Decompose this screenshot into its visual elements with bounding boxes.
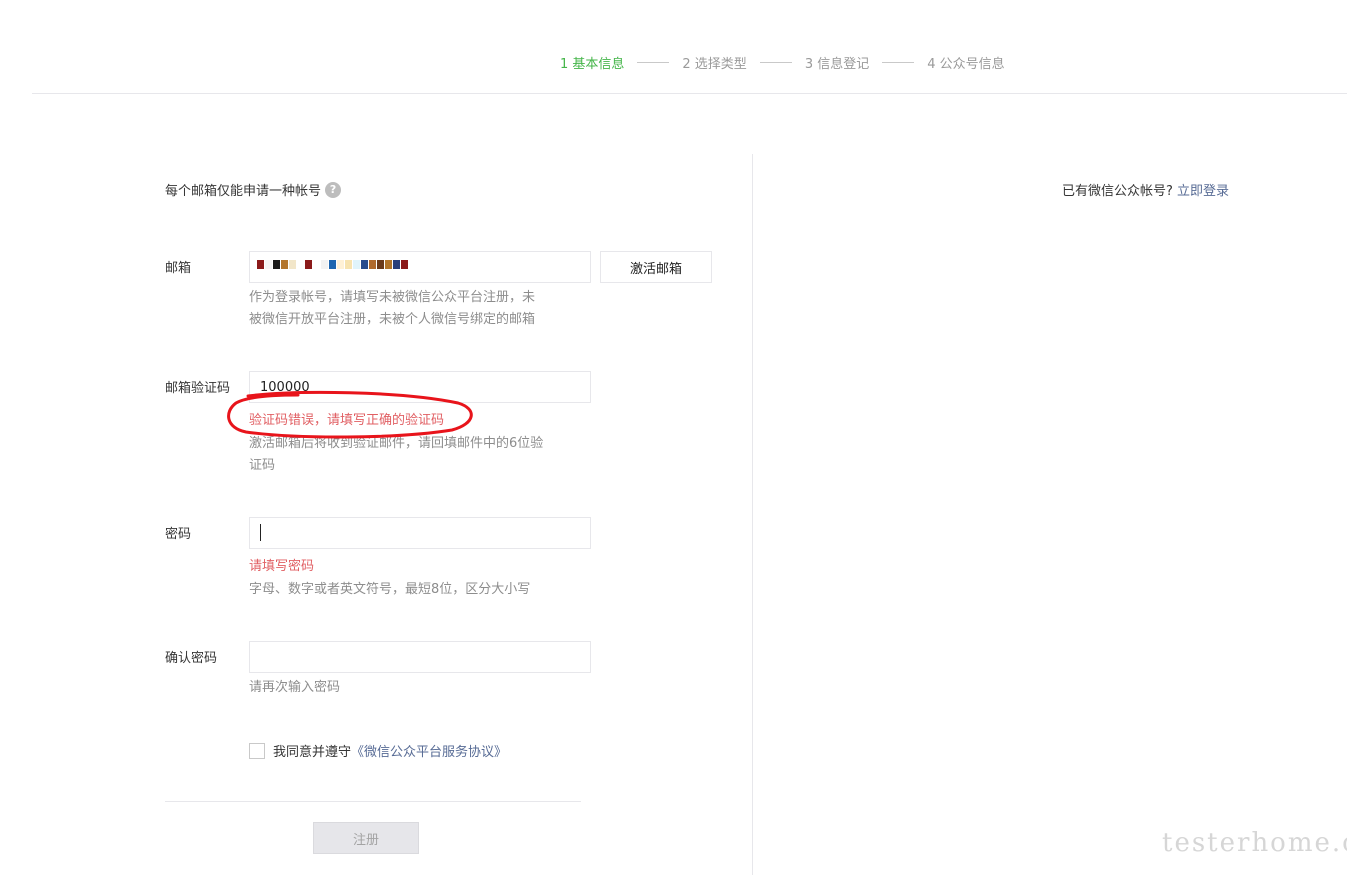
login-prompt: 已有微信公众帐号? 立即登录 (1062, 180, 1229, 199)
mosaic-pixel (401, 260, 408, 269)
step-info-register: 3 信息登记 (804, 56, 870, 72)
email-label: 邮箱 (165, 261, 192, 276)
mosaic-pixel (297, 260, 304, 269)
mosaic-pixel (257, 260, 264, 269)
mosaic-pixel (321, 260, 328, 269)
account-note: 每个邮箱仅能申请一种帐号 ? (165, 180, 342, 199)
mosaic-pixel (289, 260, 296, 269)
password-error-message: 请填写密码 (249, 559, 315, 574)
confirm-password-label: 确认密码 (165, 651, 218, 666)
account-note-text: 每个邮箱仅能申请一种帐号 (165, 184, 322, 199)
agreement-text: 我同意并遵守 (273, 745, 352, 760)
annotation-circle (227, 390, 473, 439)
agreement-row: 我同意并遵守 《微信公众平台服务协议》 (249, 741, 507, 760)
login-prompt-text: 已有微信公众帐号? (1062, 184, 1173, 199)
watermark: testerhome.com (1162, 828, 1347, 858)
step-basic-info: 1 基本信息 (560, 56, 625, 72)
step-connector (759, 61, 792, 63)
agreement-link[interactable]: 《微信公众平台服务协议》 (351, 741, 507, 760)
email-tips-line: 作为登录帐号，请填写未被微信公众平台注册，未 (249, 290, 536, 305)
mosaic-pixel (273, 260, 280, 269)
form-divider (165, 801, 581, 802)
agreement-checkbox[interactable] (249, 742, 265, 759)
mosaic-pixel (281, 260, 288, 269)
mosaic-pixel (337, 260, 344, 269)
login-link[interactable]: 立即登录 (1177, 184, 1229, 199)
password-tips: 字母、数字或者英文符号，最短8位，区分大小写 (249, 582, 531, 597)
email-tips-line: 被微信开放平台注册，未被个人微信号绑定的邮箱 (249, 312, 536, 327)
mosaic-pixel (329, 260, 336, 269)
code-tips-line: 证码 (249, 458, 276, 473)
mosaic-pixel (353, 260, 360, 269)
email-pixelated-value (257, 260, 408, 269)
code-label: 邮箱验证码 (165, 381, 231, 396)
email-tips: 作为登录帐号，请填写未被微信公众平台注册，未 被微信开放平台注册，未被个人微信号… (249, 287, 535, 331)
activate-email-button[interactable]: 激活邮箱 (600, 251, 712, 283)
progress-stepper: 1 基本信息 2 选择类型 3 信息登记 4 公众号信息 (560, 53, 1005, 72)
mosaic-pixel (369, 260, 376, 269)
step-select-type: 2 选择类型 (682, 56, 747, 72)
mosaic-pixel (385, 260, 392, 269)
header-divider (32, 93, 1347, 94)
text-cursor (260, 524, 261, 541)
mosaic-pixel (393, 260, 400, 269)
help-icon[interactable]: ? (325, 181, 342, 198)
mosaic-pixel (305, 260, 312, 269)
step-connector (882, 61, 915, 63)
password-label: 密码 (165, 527, 192, 542)
step-connector (637, 61, 670, 63)
column-divider (752, 154, 753, 875)
confirm-password-tips: 请再次输入密码 (249, 680, 341, 695)
mosaic-pixel (361, 260, 368, 269)
confirm-password-input[interactable] (249, 641, 591, 673)
password-input[interactable] (249, 517, 591, 549)
mosaic-pixel (345, 260, 352, 269)
register-button[interactable]: 注册 (313, 822, 419, 854)
step-account-info: 4 公众号信息 (927, 56, 1005, 72)
mosaic-pixel (313, 260, 320, 269)
mosaic-pixel (265, 260, 272, 269)
mosaic-pixel (377, 260, 384, 269)
